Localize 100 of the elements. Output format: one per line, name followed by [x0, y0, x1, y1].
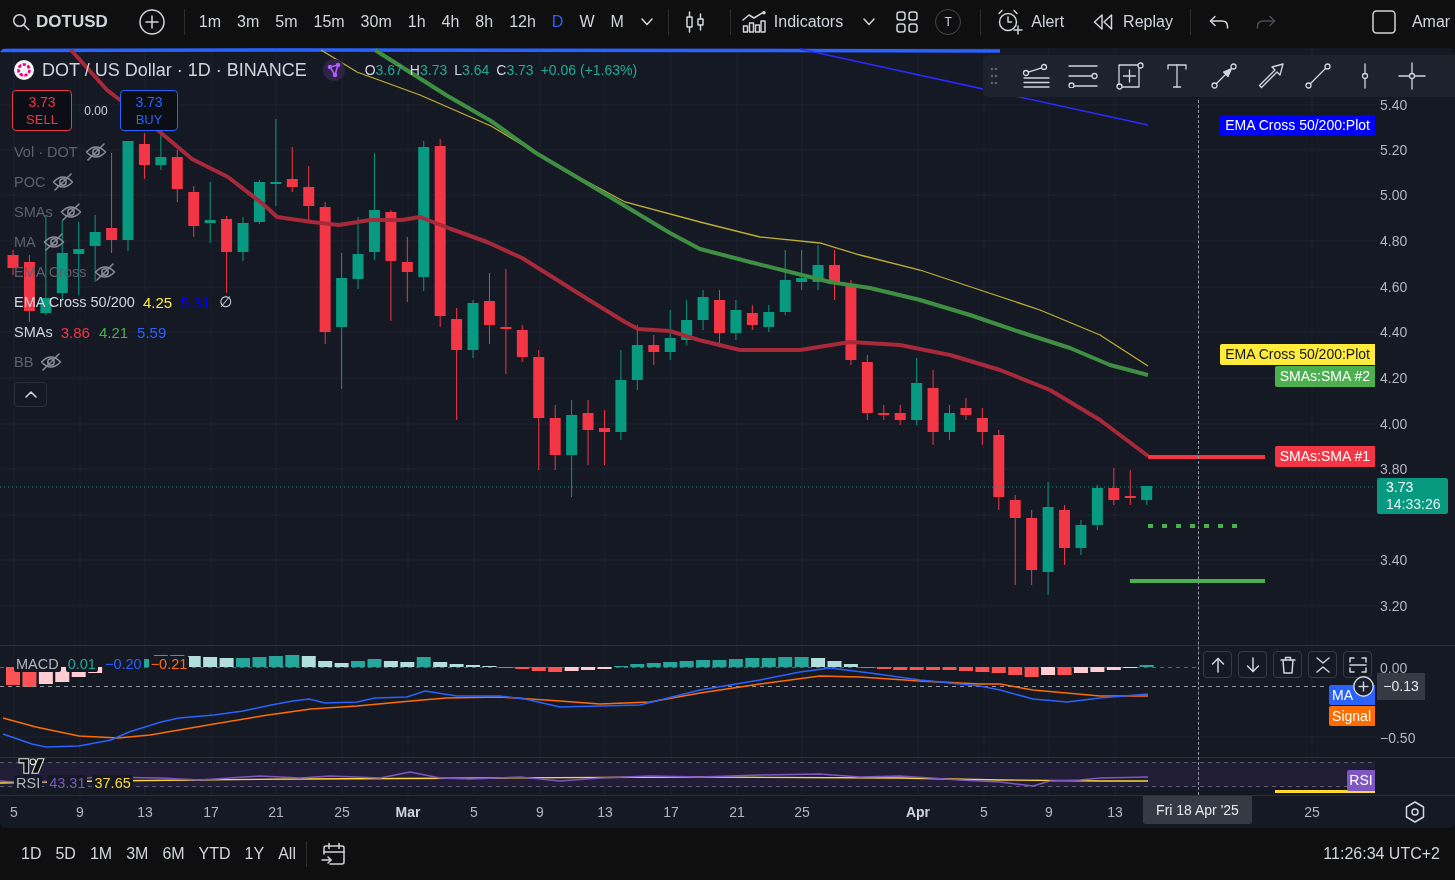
- range-button[interactable]: 6M: [162, 839, 185, 869]
- network-icon[interactable]: [322, 59, 345, 81]
- arrow-icon[interactable]: [1257, 63, 1284, 89]
- interval-tab[interactable]: 8h: [471, 7, 498, 37]
- price-tick: 4.80: [1380, 232, 1408, 250]
- date-tick: 13: [597, 803, 613, 822]
- chevron-up-icon: [24, 391, 37, 398]
- ohlc-value: C3.73: [496, 62, 534, 78]
- replay-button[interactable]: Replay: [1093, 7, 1173, 37]
- indicator-value: 5.31: [180, 293, 212, 311]
- indicator-name[interactable]: SMAs: [14, 324, 53, 340]
- range-button[interactable]: YTD: [198, 839, 231, 869]
- eye-off-icon[interactable]: [84, 143, 107, 161]
- interval-tab[interactable]: 12h: [505, 7, 540, 37]
- range-button[interactable]: All: [278, 839, 296, 869]
- eye-off-icon[interactable]: [59, 203, 82, 221]
- price-scale-label: RSI: [1347, 770, 1375, 791]
- date-tick: 25: [1304, 803, 1320, 822]
- eye-off-icon[interactable]: [40, 353, 63, 371]
- indicator-value: 3.86: [59, 323, 91, 341]
- alert-button[interactable]: Alert: [997, 7, 1065, 37]
- plus-circle-icon[interactable]: [138, 9, 165, 35]
- calendar-icon[interactable]: [320, 842, 345, 866]
- price-tick: 3.20: [1380, 597, 1408, 615]
- eye-off-icon[interactable]: [52, 173, 75, 191]
- date-tick: 17: [203, 803, 219, 822]
- undo-icon[interactable]: [1208, 15, 1229, 29]
- rewind-icon: [1093, 14, 1114, 30]
- horizontal-lines-icon[interactable]: [1067, 64, 1098, 88]
- range-button[interactable]: 1Y: [244, 839, 265, 869]
- date-tick: 21: [729, 803, 745, 822]
- maximize-icon: [1348, 656, 1367, 673]
- range-button[interactable]: 3M: [126, 839, 149, 869]
- trend-line-icon[interactable]: [1304, 63, 1331, 89]
- indicator-name[interactable]: MACD: [14, 656, 61, 672]
- settings-icon[interactable]: [1405, 801, 1425, 823]
- coin-logo-icon: [14, 60, 34, 80]
- symbol-search-button[interactable]: DOTUSD: [12, 7, 108, 37]
- buy-button[interactable]: 3.73 BUY: [120, 90, 178, 131]
- price-change: +0.06 (+1.63%): [540, 62, 638, 78]
- indicators-button[interactable]: Indicators: [741, 7, 844, 37]
- grid-icon[interactable]: [896, 11, 919, 33]
- crosshair-value-label: −0.13: [1377, 673, 1425, 700]
- price-scale-label: SMAs:SMA #2: [1274, 366, 1375, 387]
- chevron-down-icon[interactable]: [640, 18, 653, 26]
- price-scale-label: EMA Cross 50/200:Plot: [1220, 115, 1375, 136]
- price-tick: 4.00: [1380, 415, 1408, 433]
- indicator-name[interactable]: RSI: [14, 775, 43, 791]
- indicator-value: −0.20: [102, 656, 144, 672]
- arrow-line-icon[interactable]: [1210, 63, 1237, 89]
- crosshair-icon[interactable]: [1397, 62, 1426, 90]
- logo-icon: [18, 758, 45, 774]
- range-button[interactable]: 5D: [55, 839, 76, 869]
- collapse-legend-button[interactable]: [14, 382, 47, 407]
- arrow-down-icon: [1245, 656, 1260, 673]
- eye-off-icon[interactable]: [42, 233, 65, 251]
- drag-handle-icon[interactable]: [990, 67, 998, 85]
- plus-circle-icon[interactable]: [1353, 676, 1374, 697]
- interval-tab[interactable]: 4h: [437, 7, 464, 37]
- range-button[interactable]: 1D: [21, 839, 42, 869]
- date-tick: 5: [10, 803, 18, 822]
- move-up-button[interactable]: [1203, 651, 1232, 678]
- maximize-pane-button[interactable]: [1343, 651, 1372, 678]
- axis-tick: −0.50: [1380, 729, 1416, 747]
- text-tool-icon[interactable]: [1166, 64, 1187, 88]
- collapse-pane-button[interactable]: [1308, 651, 1337, 678]
- bar-chart-icon: [741, 11, 766, 33]
- square-icon[interactable]: [1371, 10, 1396, 34]
- interval-tab[interactable]: M: [606, 7, 628, 37]
- interval-tab[interactable]: 1h: [403, 7, 430, 37]
- interval-tab[interactable]: 15m: [309, 7, 349, 37]
- move-down-button[interactable]: [1238, 651, 1267, 678]
- price-tick: 5.20: [1380, 141, 1408, 159]
- delete-button[interactable]: [1273, 651, 1302, 678]
- candlestick-icon[interactable]: [683, 11, 706, 33]
- price-tick: 5.00: [1380, 186, 1408, 204]
- eye-off-icon[interactable]: [93, 263, 116, 281]
- trash-icon: [1279, 655, 1296, 674]
- indicator-value: 0.01: [65, 656, 98, 672]
- date-tick: 25: [794, 803, 810, 822]
- ohlc-value: H3.73: [409, 62, 448, 78]
- sell-button[interactable]: 3.73 SELL: [12, 90, 72, 131]
- price-tick: 3.40: [1380, 551, 1408, 569]
- interval-tab[interactable]: D: [547, 7, 568, 37]
- interval-tab[interactable]: W: [575, 7, 599, 37]
- interval-tab[interactable]: 3m: [233, 7, 264, 37]
- interval-tab[interactable]: 30m: [356, 7, 396, 37]
- price-scale-label: Signal: [1329, 706, 1375, 726]
- vertical-line-icon[interactable]: [1360, 63, 1369, 89]
- alarm-clock-icon: [997, 9, 1024, 35]
- account-name[interactable]: Amar: [1411, 13, 1451, 31]
- date-tick: 17: [663, 803, 679, 822]
- indicator-value: 43.31: [47, 775, 88, 791]
- box-cross-icon[interactable]: [1115, 62, 1144, 90]
- search-icon: [12, 13, 30, 31]
- interval-tab[interactable]: 1m: [194, 7, 225, 37]
- interval-tab[interactable]: 5m: [271, 7, 302, 37]
- range-button[interactable]: 1M: [89, 839, 113, 869]
- line-levels-icon[interactable]: [1021, 63, 1050, 89]
- chevron-down-icon[interactable]: [863, 18, 876, 26]
